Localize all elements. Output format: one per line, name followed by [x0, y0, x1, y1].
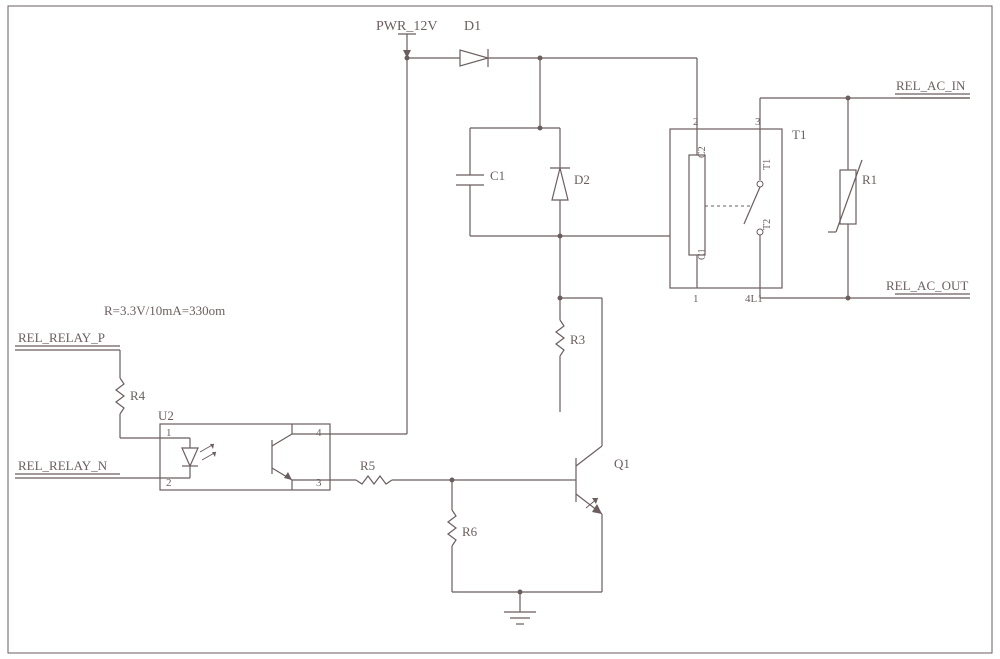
d1-label: D1 — [464, 19, 481, 34]
r4-label: R4 — [130, 388, 146, 403]
relay-coil-c2: C2 — [697, 146, 708, 158]
opto-pin2: 2 — [166, 477, 172, 489]
ac-out-label: REL_AC_OUT — [886, 278, 968, 293]
ac-in-label: REL_AC_IN — [896, 78, 966, 93]
relay-p-label: REL_RELAY_P — [18, 330, 105, 345]
relay-sw-t1: T1 — [762, 159, 773, 170]
note-label: R=3.3V/10mA=330om — [104, 303, 225, 318]
r1-label: R1 — [862, 172, 877, 187]
d2-label: D2 — [574, 172, 590, 187]
opto-pin1: 1 — [166, 427, 172, 439]
relay-pin1: 1 — [693, 293, 699, 305]
c1-label: C1 — [490, 168, 505, 183]
relay-sw-t2: T2 — [762, 219, 773, 230]
t1-label: T1 — [792, 127, 806, 142]
relay-coil-c1: C1 — [697, 248, 708, 260]
u2-label: U2 — [158, 408, 174, 423]
r3-label: R3 — [570, 332, 585, 347]
q1-label: Q1 — [614, 456, 630, 471]
r5-label: R5 — [360, 458, 375, 473]
relay-n-label: REL_RELAY_N — [18, 458, 108, 473]
opto-pin4: 4 — [316, 427, 322, 439]
relay-pin2: 2 — [693, 116, 699, 128]
r6-label: R6 — [462, 524, 478, 539]
pwr-label: PWR_12V — [376, 19, 437, 34]
opto-pin3: 3 — [316, 477, 322, 489]
